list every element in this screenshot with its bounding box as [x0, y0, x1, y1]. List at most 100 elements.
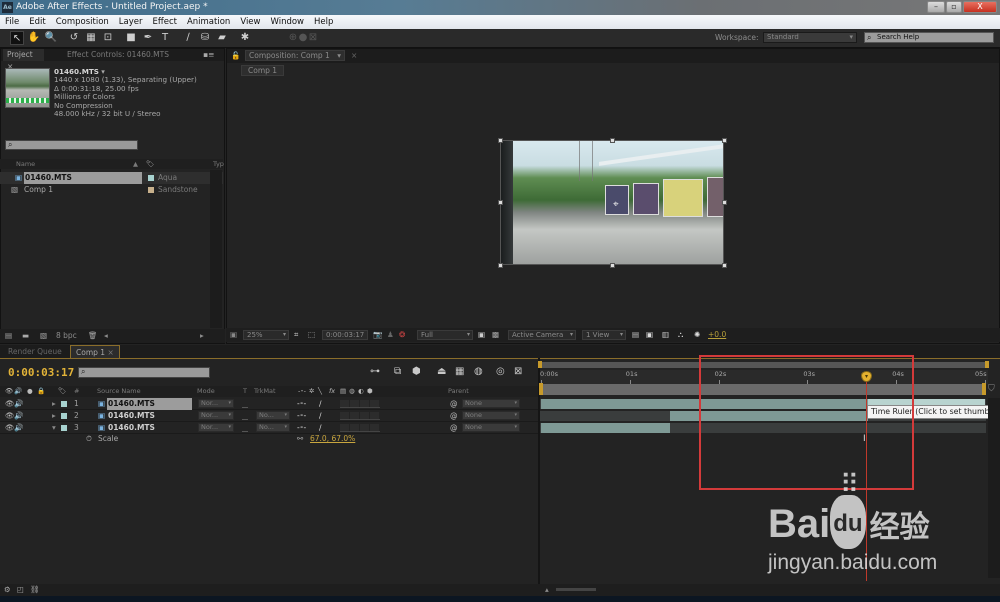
constrain-proportions-icon[interactable]: ⚯: [297, 433, 303, 445]
stopwatch-icon[interactable]: ⏱: [86, 433, 92, 445]
show-snapshot-icon[interactable]: ♟: [387, 328, 394, 342]
solo-switch-icon[interactable]: ●: [27, 386, 33, 397]
column-t[interactable]: T: [243, 386, 247, 397]
current-time-display[interactable]: 0:00:03:17: [8, 366, 74, 379]
audio-icon[interactable]: 🔊: [14, 398, 23, 410]
lock-switch-icon[interactable]: 🔒: [37, 386, 45, 397]
live-update-icon[interactable]: ⊠: [514, 366, 522, 377]
layer-switches[interactable]: [340, 424, 380, 432]
fast-preview-render-icon[interactable]: ▣: [646, 328, 653, 342]
tab-comp-1[interactable]: Comp 1 ×: [70, 345, 120, 358]
work-area-end[interactable]: [982, 383, 986, 395]
shy-icon[interactable]: -⁃-: [298, 386, 306, 397]
close-tab-icon[interactable]: ×: [351, 49, 357, 63]
timeline-layer-row[interactable]: 👁 🔊 ▸ 1 ▣ 01460.MTS Nor... ▾ -⁃- ∕ @ None…: [0, 398, 538, 410]
shy-switch-icon[interactable]: -⁃-: [297, 410, 306, 422]
menu-help[interactable]: Help: [309, 15, 338, 29]
column-name[interactable]: Name: [16, 159, 35, 169]
label-swatch-sandstone[interactable]: [148, 187, 154, 193]
menu-layer[interactable]: Layer: [114, 15, 148, 29]
blend-mode-select[interactable]: Nor... ▾: [198, 399, 234, 408]
draft-3d-icon[interactable]: ⊶: [370, 366, 380, 377]
pen-tool-icon[interactable]: ✒: [141, 31, 155, 45]
blend-mode-select[interactable]: Nor... ▾: [198, 411, 234, 420]
column-trkmat[interactable]: TrkMat: [254, 386, 276, 397]
adjustment-layer-icon[interactable]: ◐: [358, 386, 364, 397]
transform-handle[interactable]: [498, 138, 503, 143]
view-layout-select[interactable]: 1 View ▾: [582, 330, 626, 340]
new-folder-icon[interactable]: ▬: [22, 329, 29, 343]
navigator-end-handle[interactable]: [985, 361, 989, 368]
column-parent[interactable]: Parent: [448, 386, 469, 397]
label-swatch[interactable]: [61, 401, 67, 407]
layer-switches[interactable]: [340, 400, 380, 408]
timeline-zoom-slider[interactable]: [556, 588, 596, 591]
transform-handle[interactable]: [722, 138, 727, 143]
fast-previews-icon[interactable]: ▣: [478, 328, 485, 342]
exposure-icon[interactable]: ✺: [694, 328, 700, 342]
type-tool-icon[interactable]: T: [158, 31, 172, 45]
exposure-value[interactable]: +0.0: [708, 328, 726, 342]
parent-select[interactable]: None ▾: [462, 423, 520, 432]
region-of-interest-icon[interactable]: ⌗: [294, 328, 298, 342]
zoom-out-icon[interactable]: ▴: [545, 584, 549, 596]
toggle-transparency-icon[interactable]: ▩: [492, 328, 499, 342]
hand-tool-icon[interactable]: ✋: [27, 31, 41, 45]
toggle-in-out-icon[interactable]: ⛓: [30, 584, 40, 596]
navigator-start-handle[interactable]: [538, 361, 542, 368]
toggle-switches-icon[interactable]: ⚙: [4, 584, 11, 596]
label-tag-icon[interactable]: 🏷: [58, 386, 66, 397]
effects-icon[interactable]: fx: [329, 386, 335, 397]
audio-icon[interactable]: 🔊: [14, 410, 23, 422]
scroll-right-icon[interactable]: ▸: [200, 329, 204, 343]
interpret-footage-icon[interactable]: ▤: [5, 329, 12, 343]
bit-depth-button[interactable]: 8 bpc: [56, 329, 77, 343]
3d-layer-icon[interactable]: ⬢: [367, 386, 373, 397]
transform-handle[interactable]: [722, 200, 727, 205]
twirl-closed-icon[interactable]: ▸: [52, 410, 56, 422]
workspace-select[interactable]: Standard ▾: [763, 32, 857, 43]
puppet-tool-icon[interactable]: ✱: [238, 31, 252, 45]
snapshot-icon[interactable]: 📷: [373, 328, 382, 342]
composition-tab[interactable]: Composition: Comp 1 ▾: [245, 50, 345, 61]
quality-switch-icon[interactable]: ∕: [319, 410, 322, 422]
label-tag-icon[interactable]: 🏷: [146, 159, 154, 169]
timeline-layer-row[interactable]: 👁 🔊 ▸ 2 ▣ 01460.MTS Nor... ▾ No... ▾ -⁃- ∕…: [0, 410, 538, 422]
comp-breadcrumb[interactable]: Comp 1: [241, 65, 285, 76]
column-type[interactable]: Typ: [213, 159, 224, 169]
collapse-icon[interactable]: ✲: [309, 386, 314, 397]
panel-menu-icon[interactable]: ▪≡: [199, 49, 218, 61]
work-area-start[interactable]: [539, 383, 543, 395]
scroll-left-icon[interactable]: ◂: [104, 329, 108, 343]
menu-composition[interactable]: Composition: [51, 15, 114, 29]
pick-whip-icon[interactable]: @: [450, 398, 458, 410]
quality-switch-icon[interactable]: ∕: [319, 398, 322, 410]
label-swatch-aqua[interactable]: [148, 175, 154, 181]
column-source-name[interactable]: Source Name: [97, 386, 141, 397]
current-time-display[interactable]: 0:00:03:17: [322, 330, 368, 340]
axis-view-icon[interactable]: ⊠: [306, 31, 320, 45]
quality-icon[interactable]: ╲: [318, 386, 322, 397]
parent-select[interactable]: None ▾: [462, 399, 520, 408]
project-item[interactable]: ▣ 01460.MTS Aqua ⛬: [0, 172, 223, 184]
motion-blur-icon[interactable]: ◍: [474, 366, 483, 377]
frame-blending-icon[interactable]: ▦: [455, 366, 464, 377]
project-item[interactable]: ▧ Comp 1 Sandstone: [0, 184, 223, 196]
parent-select[interactable]: None ▾: [462, 411, 520, 420]
anchor-point-icon[interactable]: ⌖: [613, 199, 619, 210]
timeline-search-input[interactable]: ⌕: [78, 367, 210, 378]
always-preview-icon[interactable]: ▣: [230, 328, 237, 342]
blend-mode-select[interactable]: Nor... ▾: [198, 423, 234, 432]
close-window-button[interactable]: X: [963, 1, 997, 13]
preserve-transparency-toggle[interactable]: [242, 424, 248, 432]
search-help-input[interactable]: ⌕ Search Help: [864, 32, 994, 43]
sort-ascending-icon[interactable]: ▲: [133, 159, 138, 169]
layer-source-name[interactable]: 01460.MTS: [107, 398, 192, 410]
zoom-tool-icon[interactable]: 🔍: [44, 31, 58, 45]
menu-edit[interactable]: Edit: [24, 15, 50, 29]
transform-handle[interactable]: [610, 138, 615, 143]
pick-whip-icon[interactable]: @: [450, 410, 458, 422]
flowchart-icon[interactable]: ⛬: [678, 328, 683, 342]
camera-tool-icon[interactable]: ▦: [84, 31, 98, 45]
restore-button[interactable]: ▫: [946, 1, 962, 13]
